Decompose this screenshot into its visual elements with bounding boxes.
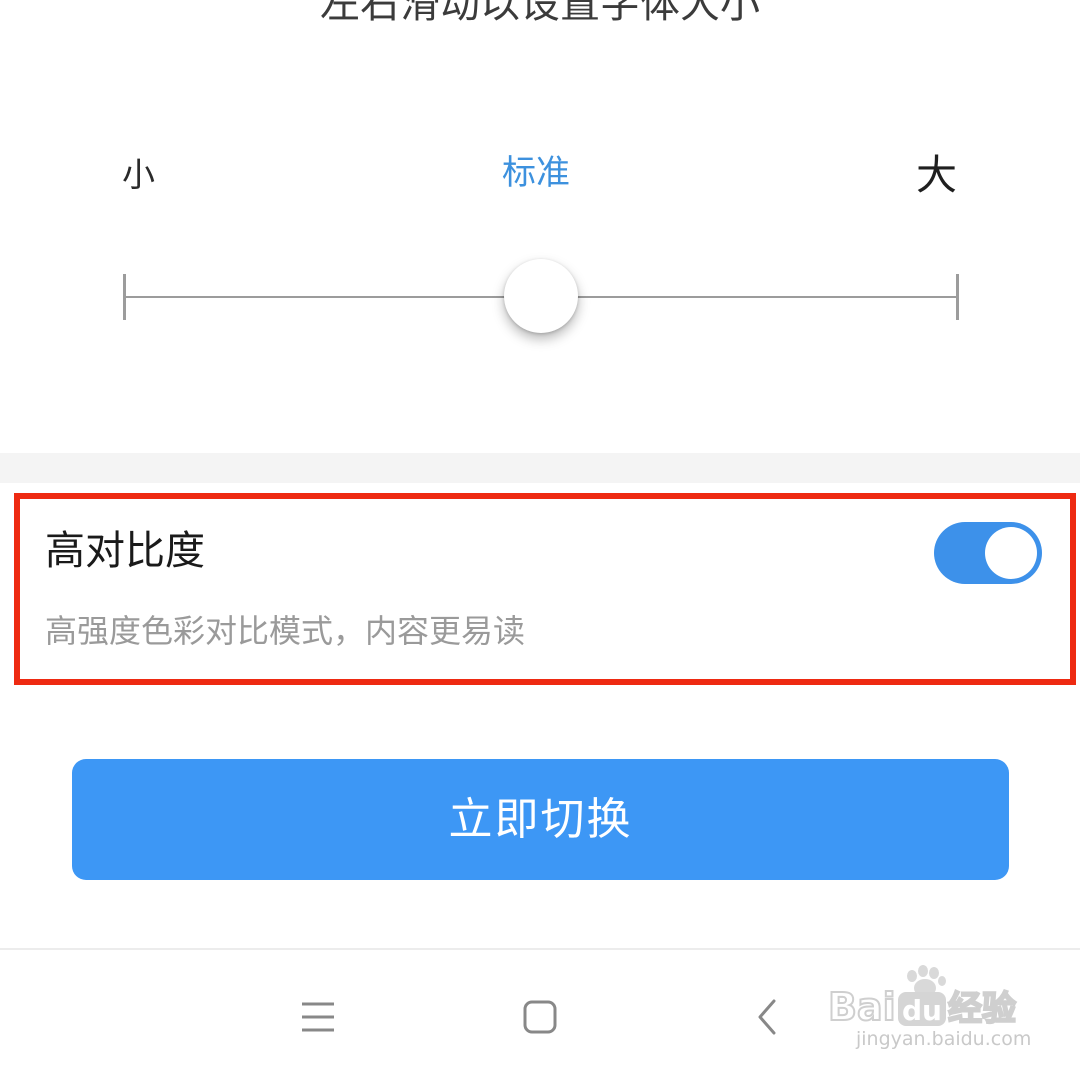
back-button[interactable] bbox=[738, 995, 798, 1041]
size-label-large[interactable]: 大 bbox=[916, 150, 957, 200]
high-contrast-setting-row[interactable] bbox=[0, 483, 1080, 693]
menu-icon bbox=[302, 1002, 334, 1032]
instruction-text: 左右滑动以设置字体大小 bbox=[320, 0, 760, 27]
slider-thumb[interactable] bbox=[504, 259, 578, 333]
toggle-knob bbox=[985, 527, 1037, 579]
home-button[interactable] bbox=[510, 995, 570, 1041]
system-navigation-bar bbox=[0, 948, 1080, 1080]
home-icon bbox=[523, 1000, 557, 1034]
high-contrast-description: 高强度色彩对比模式，内容更易读 bbox=[45, 612, 526, 650]
font-size-slider[interactable] bbox=[120, 259, 962, 333]
size-label-standard[interactable]: 标准 bbox=[0, 148, 1072, 198]
font-settings-screen: 左右滑动以设置字体大小 小 标准 大 高对比度 高强度色彩对比模式，内容更易读 … bbox=[0, 0, 1080, 1080]
high-contrast-toggle[interactable] bbox=[934, 522, 1042, 584]
apply-now-button[interactable]: 立即切换 bbox=[72, 759, 1009, 880]
slider-tick-small bbox=[123, 274, 126, 320]
slider-tick-large bbox=[956, 274, 959, 320]
menu-button[interactable] bbox=[288, 995, 348, 1041]
high-contrast-title: 高对比度 bbox=[45, 528, 205, 574]
section-divider bbox=[0, 453, 1080, 483]
back-icon bbox=[758, 999, 776, 1035]
